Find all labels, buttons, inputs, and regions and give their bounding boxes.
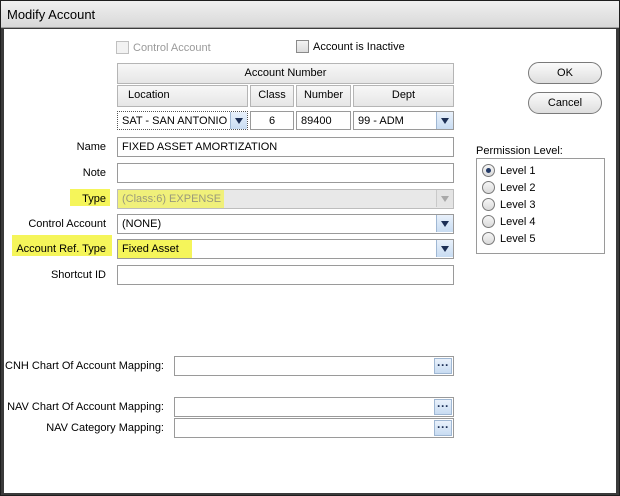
ellipsis-icon: ··· bbox=[437, 420, 449, 434]
level-3-radio[interactable] bbox=[482, 198, 495, 211]
control-account-dropdown-button[interactable] bbox=[436, 215, 453, 232]
level-2-label: Level 2 bbox=[500, 182, 536, 194]
name-label: Name bbox=[76, 141, 106, 153]
cnh-mapping-label: CNH Chart Of Account Mapping: bbox=[5, 360, 164, 372]
dept-dropdown[interactable]: 99 - ADM bbox=[353, 111, 454, 130]
level-5-radio[interactable] bbox=[482, 232, 495, 245]
chevron-down-icon bbox=[235, 118, 243, 124]
control-account-label: Control Account bbox=[28, 218, 106, 230]
dept-dropdown-button[interactable] bbox=[436, 112, 453, 129]
chevron-down-icon bbox=[441, 118, 449, 124]
ok-button[interactable]: OK bbox=[528, 62, 602, 84]
dialog-body: Control Account Account is Inactive Acco… bbox=[4, 29, 616, 493]
number-field[interactable]: 89400 bbox=[296, 111, 351, 130]
column-header-class: Class bbox=[250, 85, 294, 107]
shortcut-id-input[interactable] bbox=[117, 265, 454, 285]
account-ref-type-dropdown-button[interactable] bbox=[436, 240, 453, 257]
chevron-down-icon bbox=[441, 246, 449, 252]
control-account-dropdown[interactable]: (NONE) bbox=[117, 214, 454, 234]
location-dropdown[interactable]: SAT - SAN ANTONIO bbox=[117, 111, 248, 130]
control-account-value: (NONE) bbox=[122, 218, 162, 230]
level-2-radio[interactable] bbox=[482, 181, 495, 194]
nav-category-label: NAV Category Mapping: bbox=[46, 422, 164, 434]
ellipsis-icon: ··· bbox=[437, 358, 449, 372]
nav-category-browse-button[interactable]: ··· bbox=[434, 420, 452, 436]
type-dropdown-button[interactable] bbox=[436, 190, 453, 207]
title-bar[interactable]: Modify Account bbox=[1, 1, 619, 28]
account-inactive-checkbox-label: Account is Inactive bbox=[313, 41, 405, 53]
level-4-radio[interactable] bbox=[482, 215, 495, 228]
cancel-button[interactable]: Cancel bbox=[528, 92, 602, 114]
nav-mapping-browse-button[interactable]: ··· bbox=[434, 399, 452, 415]
chevron-down-icon bbox=[441, 221, 449, 227]
radio-selected-icon bbox=[486, 168, 491, 173]
modify-account-window: Modify Account Control Account Account i… bbox=[0, 0, 620, 496]
cnh-mapping-browse-button[interactable]: ··· bbox=[434, 358, 452, 374]
dept-value: 99 - ADM bbox=[358, 115, 404, 127]
column-header-location: Location bbox=[117, 85, 248, 107]
ellipsis-icon: ··· bbox=[437, 399, 449, 413]
column-header-dept: Dept bbox=[353, 85, 454, 107]
level-4-label: Level 4 bbox=[500, 216, 536, 228]
nav-mapping-label: NAV Chart Of Account Mapping: bbox=[7, 401, 164, 413]
location-dropdown-button[interactable] bbox=[230, 112, 247, 129]
level-1-label: Level 1 bbox=[500, 165, 536, 177]
number-value: 89400 bbox=[301, 115, 332, 127]
control-account-checkbox-label: Control Account bbox=[133, 42, 211, 54]
control-account-checkbox[interactable] bbox=[116, 41, 129, 54]
class-field[interactable]: 6 bbox=[250, 111, 294, 130]
location-value: SAT - SAN ANTONIO bbox=[122, 115, 228, 127]
level-3-label: Level 3 bbox=[500, 199, 536, 211]
cnh-mapping-input[interactable]: ··· bbox=[174, 356, 454, 376]
level-5-label: Level 5 bbox=[500, 233, 536, 245]
type-dropdown[interactable]: (Class:6) EXPENSE bbox=[117, 189, 454, 209]
permission-level-label: Permission Level: bbox=[476, 145, 563, 157]
account-ref-type-dropdown[interactable]: Fixed Asset bbox=[117, 239, 454, 259]
note-input[interactable] bbox=[117, 163, 454, 183]
note-label: Note bbox=[82, 167, 106, 179]
window-title: Modify Account bbox=[7, 7, 96, 22]
shortcut-id-label: Shortcut ID bbox=[50, 269, 106, 281]
nav-mapping-input[interactable]: ··· bbox=[174, 397, 454, 417]
level-1-radio[interactable] bbox=[482, 164, 495, 177]
account-number-header: Account Number bbox=[117, 63, 454, 84]
account-ref-type-label: Account Ref. Type bbox=[16, 243, 106, 255]
type-value: (Class:6) EXPENSE bbox=[122, 193, 222, 205]
chevron-down-icon bbox=[441, 196, 449, 202]
column-header-number: Number bbox=[296, 85, 351, 107]
permission-level-group: Level 1 Level 2 Level 3 Level 4 Level 5 bbox=[476, 158, 605, 254]
account-ref-type-value: Fixed Asset bbox=[122, 243, 179, 255]
name-value: FIXED ASSET AMORTIZATION bbox=[122, 141, 278, 153]
name-input[interactable]: FIXED ASSET AMORTIZATION bbox=[117, 137, 454, 157]
nav-category-input[interactable]: ··· bbox=[174, 418, 454, 438]
type-label: Type bbox=[82, 193, 106, 205]
class-value: 6 bbox=[268, 115, 276, 127]
account-inactive-checkbox[interactable] bbox=[296, 40, 309, 53]
